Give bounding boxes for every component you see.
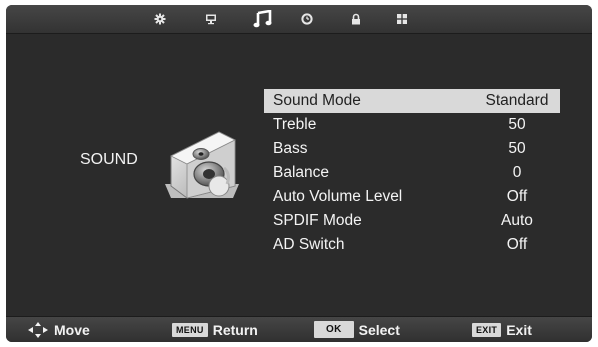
return-hint: MENU Return (172, 317, 258, 342)
menu-item-label: Auto Volume Level (273, 188, 403, 205)
section-title: SOUND (80, 151, 138, 168)
menu-item-spdif-mode[interactable]: SPDIF Mode Auto (264, 209, 560, 233)
menu-item-label: Treble (273, 116, 317, 133)
tv-osd-screen: SOUND Sound Mode Standard Treble 50 Bass… (6, 5, 592, 342)
clock-icon[interactable] (299, 9, 315, 29)
return-hint-label: Return (212, 321, 258, 338)
sound-menu: Sound Mode Standard Treble 50 Bass 50 Ba… (264, 89, 560, 257)
menu-item-label: Bass (273, 140, 308, 157)
menu-item-auto-volume-level[interactable]: Auto Volume Level Off (264, 185, 560, 209)
select-hint-label: Select (358, 321, 400, 338)
menu-item-value: Off (506, 236, 528, 253)
ok-key: OK (314, 321, 354, 338)
top-tab-bar (6, 5, 592, 34)
monitor-icon[interactable] (203, 9, 219, 29)
menu-item-value: Auto (501, 212, 533, 229)
menu-key: MENU (172, 322, 208, 337)
menu-item-label: SPDIF Mode (273, 212, 362, 229)
menu-item-bass[interactable]: Bass 50 (264, 137, 560, 161)
move-hint-label: Move (54, 321, 90, 338)
menu-item-value: Standard (485, 92, 549, 109)
menu-item-value: Off (506, 188, 528, 205)
menu-item-value: 0 (512, 164, 522, 181)
move-hint: Move (28, 317, 90, 342)
music-note-icon[interactable] (252, 9, 274, 29)
select-hint: OK Select (314, 317, 400, 342)
menu-item-value: 50 (508, 116, 526, 133)
menu-item-label: Sound Mode (273, 92, 361, 109)
exit-key: EXIT (472, 322, 502, 337)
menu-item-balance[interactable]: Balance 0 (264, 161, 560, 185)
dpad-arrows-icon (28, 321, 48, 338)
menu-item-label: Balance (273, 164, 330, 181)
menu-item-treble[interactable]: Treble 50 (264, 113, 560, 137)
menu-item-label: AD Switch (273, 236, 345, 253)
exit-hint-label: Exit (506, 321, 532, 338)
gear-icon[interactable] (152, 9, 168, 29)
menu-item-ad-switch[interactable]: AD Switch Off (264, 233, 560, 257)
hint-bar: Move MENU Return OK Select EXIT Exit (6, 316, 592, 342)
menu-item-value: 50 (508, 140, 526, 157)
exit-hint: EXIT Exit (472, 317, 532, 342)
menu-item-sound-mode[interactable]: Sound Mode Standard (264, 89, 560, 113)
speaker-icon (161, 126, 243, 205)
grid-icon[interactable] (394, 9, 410, 29)
lock-icon[interactable] (348, 9, 364, 29)
